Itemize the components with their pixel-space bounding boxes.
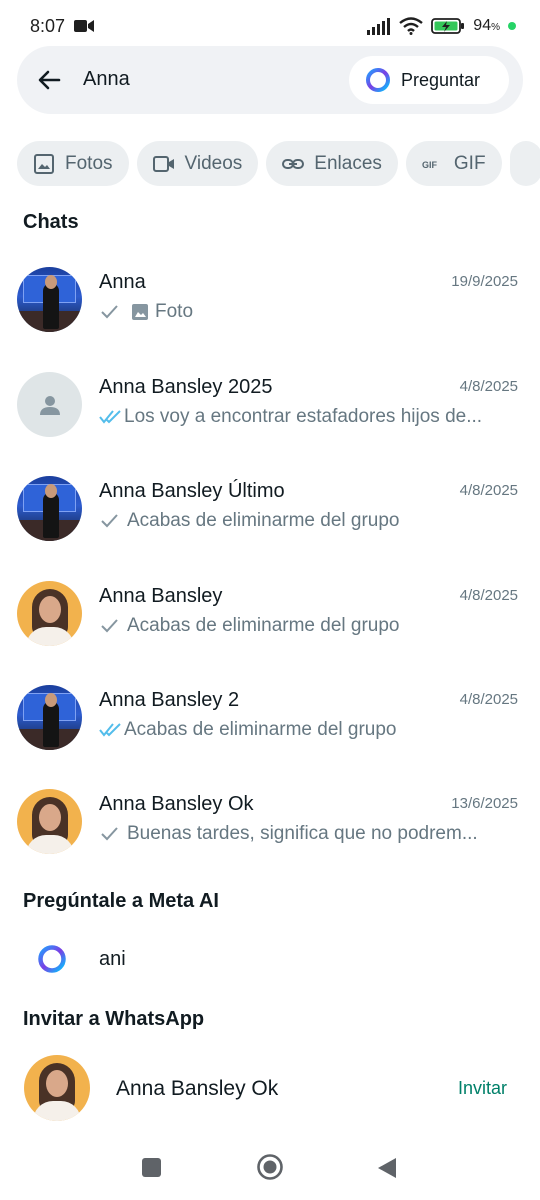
back-triangle-icon[interactable] (376, 1156, 398, 1180)
avatar[interactable] (17, 685, 82, 750)
invite-contact-name: Anna Bansley Ok (116, 1077, 279, 1100)
chat-row[interactable]: Anna Bansley Último 4/8/2025 Acabas de e… (0, 462, 540, 566)
chat-preview: Foto (99, 301, 519, 323)
avatar[interactable] (17, 581, 82, 646)
single-check-icon (101, 305, 118, 319)
meta-ai-icon (366, 68, 390, 92)
filter-chip-links[interactable]: Enlaces (266, 141, 398, 186)
ask-button-label: Preguntar (401, 69, 481, 90)
video-camera-icon (74, 20, 94, 32)
chat-row[interactable]: Anna Bansley 4/8/2025 Acabas de eliminar… (0, 567, 540, 671)
meta-ai-icon (38, 945, 66, 973)
meta-ai-section-title: Pregúntale a Meta AI (23, 890, 219, 912)
avatar[interactable] (17, 789, 82, 854)
filter-chip-videos[interactable]: Videos (136, 141, 259, 186)
chat-date: 4/8/2025 (459, 691, 518, 708)
privacy-indicator-dot (508, 22, 516, 30)
chat-preview: Acabas de eliminarme del grupo (99, 719, 519, 741)
gif-icon: GIF (422, 160, 438, 170)
filter-chip-photos[interactable]: Fotos (17, 141, 129, 186)
chat-row[interactable]: Anna Bansley 2 4/8/2025 Acabas de elimin… (0, 671, 540, 775)
status-time: 8:07 (30, 16, 66, 36)
chat-name: Anna Bansley 2 (99, 689, 240, 711)
person-icon (39, 395, 60, 415)
battery-percent: 94% (473, 17, 500, 34)
chat-name: Anna Bansley Último (99, 480, 285, 502)
video-icon (152, 155, 174, 172)
ask-meta-ai-button[interactable]: Preguntar (349, 56, 509, 104)
chat-name: Anna Bansley 2025 (99, 376, 273, 398)
photo-icon (34, 153, 54, 174)
chat-preview: Buenas tardes, significa que no podrem..… (99, 823, 519, 845)
wifi-icon (399, 17, 424, 35)
avatar[interactable] (17, 372, 82, 437)
filter-chip-more[interactable] (509, 141, 540, 186)
home-button[interactable] (256, 1153, 284, 1181)
chat-date: 13/6/2025 (451, 795, 518, 812)
double-check-read-icon (99, 723, 121, 737)
chat-date: 4/8/2025 (459, 378, 518, 395)
chat-name: Anna Bansley Ok (99, 793, 254, 815)
chat-preview: Los voy a encontrar estafadores hijos de… (99, 406, 519, 428)
chat-date: 4/8/2025 (459, 587, 518, 604)
chat-name: Anna (99, 271, 146, 293)
chat-date: 19/9/2025 (451, 273, 518, 290)
battery-icon (431, 18, 465, 34)
status-icons: 94% (367, 15, 516, 37)
filter-chip-gif[interactable]: GIF GIF (405, 141, 502, 186)
search-bar: Anna Preguntar (17, 46, 523, 114)
svg-text:GIF: GIF (422, 160, 438, 170)
chat-row[interactable]: Anna Bansley 2025 4/8/2025 Los voy a enc… (0, 358, 540, 462)
double-check-read-icon (99, 410, 121, 424)
invite-section-title: Invitar a WhatsApp (23, 1008, 205, 1030)
invite-contact-row[interactable]: Anna Bansley Ok Invitar (0, 1052, 540, 1124)
search-input[interactable]: Anna (83, 68, 130, 91)
photo-icon (132, 304, 148, 320)
single-check-icon (101, 514, 118, 528)
chat-row[interactable]: Anna 19/9/2025 Foto (0, 253, 540, 357)
back-arrow-icon[interactable] (35, 66, 63, 94)
recents-button[interactable] (142, 1158, 161, 1177)
avatar[interactable] (17, 476, 82, 541)
single-check-icon (101, 619, 118, 633)
signal-icon (367, 18, 391, 35)
chat-name: Anna Bansley (99, 585, 223, 607)
chats-section-title: Chats (23, 211, 79, 233)
system-nav-bar (0, 1140, 540, 1200)
chat-preview: Acabas de eliminarme del grupo (99, 615, 519, 637)
link-icon (282, 158, 305, 169)
single-check-icon (101, 827, 118, 841)
avatar[interactable] (24, 1055, 90, 1121)
chat-date: 4/8/2025 (459, 482, 518, 499)
meta-ai-suggestion-text: ani (99, 948, 126, 970)
invite-button[interactable]: Invitar (458, 1078, 507, 1099)
chat-row[interactable]: Anna Bansley Ok 13/6/2025 Buenas tardes,… (0, 775, 540, 879)
avatar[interactable] (17, 267, 82, 332)
chat-preview: Acabas de eliminarme del grupo (99, 510, 519, 532)
meta-ai-suggestion[interactable]: ani (0, 934, 540, 986)
filter-chips: Fotos Videos Enlaces GIF GIF (17, 141, 540, 186)
